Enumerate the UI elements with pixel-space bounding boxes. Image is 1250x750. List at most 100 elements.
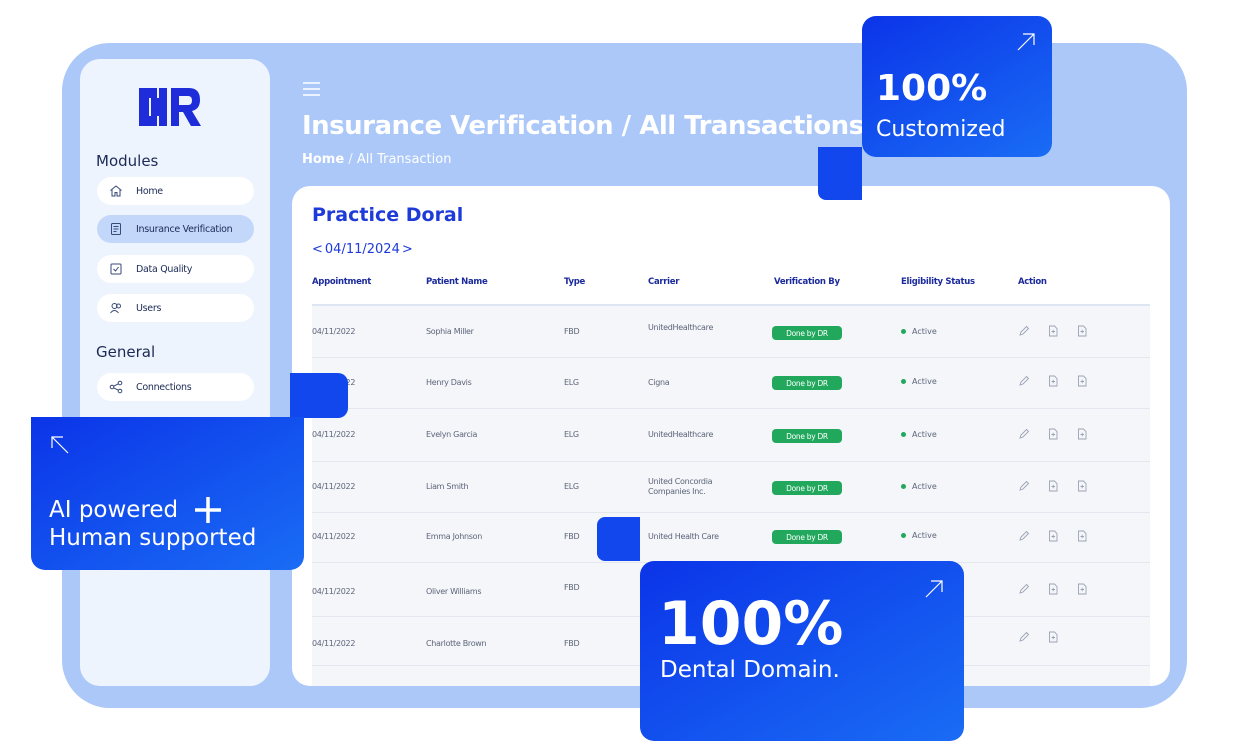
cell-type: ELG xyxy=(564,378,579,387)
checkbox-icon xyxy=(108,261,124,277)
file-icon[interactable] xyxy=(1047,530,1059,542)
ai-powered-card: AI powered Human supported xyxy=(31,417,304,570)
table-row[interactable]: 04/11/2022 Sophia Miller FBD UnitedHealt… xyxy=(312,306,1150,358)
edit-icon[interactable] xyxy=(1018,428,1030,440)
page-title: Insurance Verification / All Transaction… xyxy=(302,111,864,141)
table-row[interactable]: 04/11/2022 Evelyn Garcia ELG UnitedHealt… xyxy=(312,409,1150,462)
cell-carrier: UnitedHealthcare xyxy=(648,430,714,439)
file-icon[interactable] xyxy=(1047,428,1059,440)
sidebar-item-label: Connections xyxy=(136,381,192,393)
status-dot xyxy=(901,432,906,437)
cell-appointment: 04/11/2022 xyxy=(312,639,356,648)
breadcrumb-separator: / xyxy=(344,152,357,167)
verification-badge: Done by DR xyxy=(772,326,842,340)
modules-section-title: Modules xyxy=(96,152,159,170)
file-icon[interactable] xyxy=(1076,480,1088,492)
sidebar-item-connections[interactable]: Connections xyxy=(97,373,254,401)
column-header-type: Type xyxy=(564,277,585,287)
edit-icon[interactable] xyxy=(1018,631,1030,643)
verification-badge: Done by DR xyxy=(772,530,842,544)
row-actions xyxy=(1018,631,1059,643)
date-prev-button[interactable]: < xyxy=(312,242,323,257)
file-icon[interactable] xyxy=(1076,583,1088,595)
file-icon[interactable] xyxy=(1076,530,1088,542)
cell-carrier: Cigna xyxy=(648,378,670,387)
edit-icon[interactable] xyxy=(1018,480,1030,492)
cell-appointment: 04/11/2022 xyxy=(312,587,356,596)
verification-badge: Done by DR xyxy=(772,429,842,443)
sidebar-item-label: Data Quality xyxy=(136,263,193,275)
status-dot xyxy=(901,533,906,538)
cell-appointment: 04/11/2022 xyxy=(312,430,356,439)
date-next-button[interactable]: > xyxy=(402,242,413,257)
cell-type: ELG xyxy=(564,482,579,491)
customized-card: 100% Customized xyxy=(862,16,1052,157)
card-connector xyxy=(818,147,862,200)
column-header-eligibility-status: Eligibility Status xyxy=(901,277,975,287)
sidebar-item-insurance-verification[interactable]: Insurance Verification xyxy=(97,215,254,243)
table-row[interactable]: 04/11/2022 Henry Davis ELG Cigna Done by… xyxy=(312,358,1150,409)
dental-percent: 100% xyxy=(658,589,844,659)
column-header-carrier: Carrier xyxy=(648,277,680,287)
hamburger-menu-icon[interactable] xyxy=(301,80,323,98)
edit-icon[interactable] xyxy=(1018,530,1030,542)
row-actions xyxy=(1018,428,1088,440)
status-label: Active xyxy=(912,327,937,336)
table-row[interactable]: 04/11/2022 Liam Smith ELG United Concord… xyxy=(312,462,1150,513)
verification-badge: Done by DR xyxy=(772,481,842,495)
eligibility-status: Active xyxy=(901,430,937,439)
logo xyxy=(139,88,201,126)
practice-name: Practice Doral xyxy=(312,204,464,226)
eligibility-status: Active xyxy=(901,377,937,386)
date-navigator: < 04/11/2024 > xyxy=(312,242,413,257)
sidebar-item-users[interactable]: Users xyxy=(97,294,254,322)
sidebar-item-data-quality[interactable]: Data Quality xyxy=(97,255,254,283)
row-actions xyxy=(1018,583,1088,595)
cell-appointment: 04/11/2022 xyxy=(312,482,356,491)
column-header-appointment: Appointment xyxy=(312,277,372,287)
share-icon xyxy=(108,379,124,395)
cell-appointment: 04/11/2022 xyxy=(312,532,356,541)
cell-patient: Liam Smith xyxy=(426,482,469,491)
status-label: Active xyxy=(912,482,937,491)
file-icon[interactable] xyxy=(1047,325,1059,337)
edit-icon[interactable] xyxy=(1018,325,1030,337)
cell-type: FBD xyxy=(564,532,580,541)
file-icon[interactable] xyxy=(1047,375,1059,387)
verification-badge: Done by DR xyxy=(772,376,842,390)
cell-carrier: United Concordia Companies Inc. xyxy=(648,477,713,496)
cell-type: FBD xyxy=(564,583,580,592)
status-dot xyxy=(901,484,906,489)
row-actions xyxy=(1018,480,1088,492)
file-icon[interactable] xyxy=(1047,480,1059,492)
edit-icon[interactable] xyxy=(1018,583,1030,595)
arrow-up-right-icon xyxy=(1017,33,1035,51)
file-icon[interactable] xyxy=(1076,428,1088,440)
file-icon[interactable] xyxy=(1047,631,1059,643)
file-icon[interactable] xyxy=(1076,325,1088,337)
file-icon[interactable] xyxy=(1047,583,1059,595)
dental-domain-card: 100% Dental Domain. xyxy=(640,561,964,741)
status-label: Active xyxy=(912,430,937,439)
edit-icon[interactable] xyxy=(1018,375,1030,387)
table-row[interactable]: 04/11/2022 Emma Johnson FBD United Healt… xyxy=(312,513,1150,563)
sidebar-item-home[interactable]: Home xyxy=(97,177,254,205)
current-date: 04/11/2024 xyxy=(324,242,400,257)
cell-patient: Sophia Miller xyxy=(426,327,474,336)
file-icon[interactable] xyxy=(1076,375,1088,387)
cell-patient: Charlotte Brown xyxy=(426,639,487,648)
breadcrumb-home[interactable]: Home xyxy=(302,152,344,167)
ai-powered-label: AI powered xyxy=(49,497,179,523)
cell-patient: Henry Davis xyxy=(426,378,472,387)
status-dot xyxy=(901,329,906,334)
eligibility-status: Active xyxy=(901,531,937,540)
column-header-action: Action xyxy=(1018,277,1047,287)
sidebar-item-label: Home xyxy=(136,185,163,197)
plus-icon xyxy=(195,497,222,523)
cell-patient: Evelyn Garcia xyxy=(426,430,478,439)
cell-appointment: 04/11/2022 xyxy=(312,327,356,336)
cell-carrier: United Health Care xyxy=(648,532,719,541)
sidebar-item-label: Users xyxy=(136,302,162,314)
cell-patient: Oliver Williams xyxy=(426,587,482,596)
row-actions xyxy=(1018,530,1088,542)
